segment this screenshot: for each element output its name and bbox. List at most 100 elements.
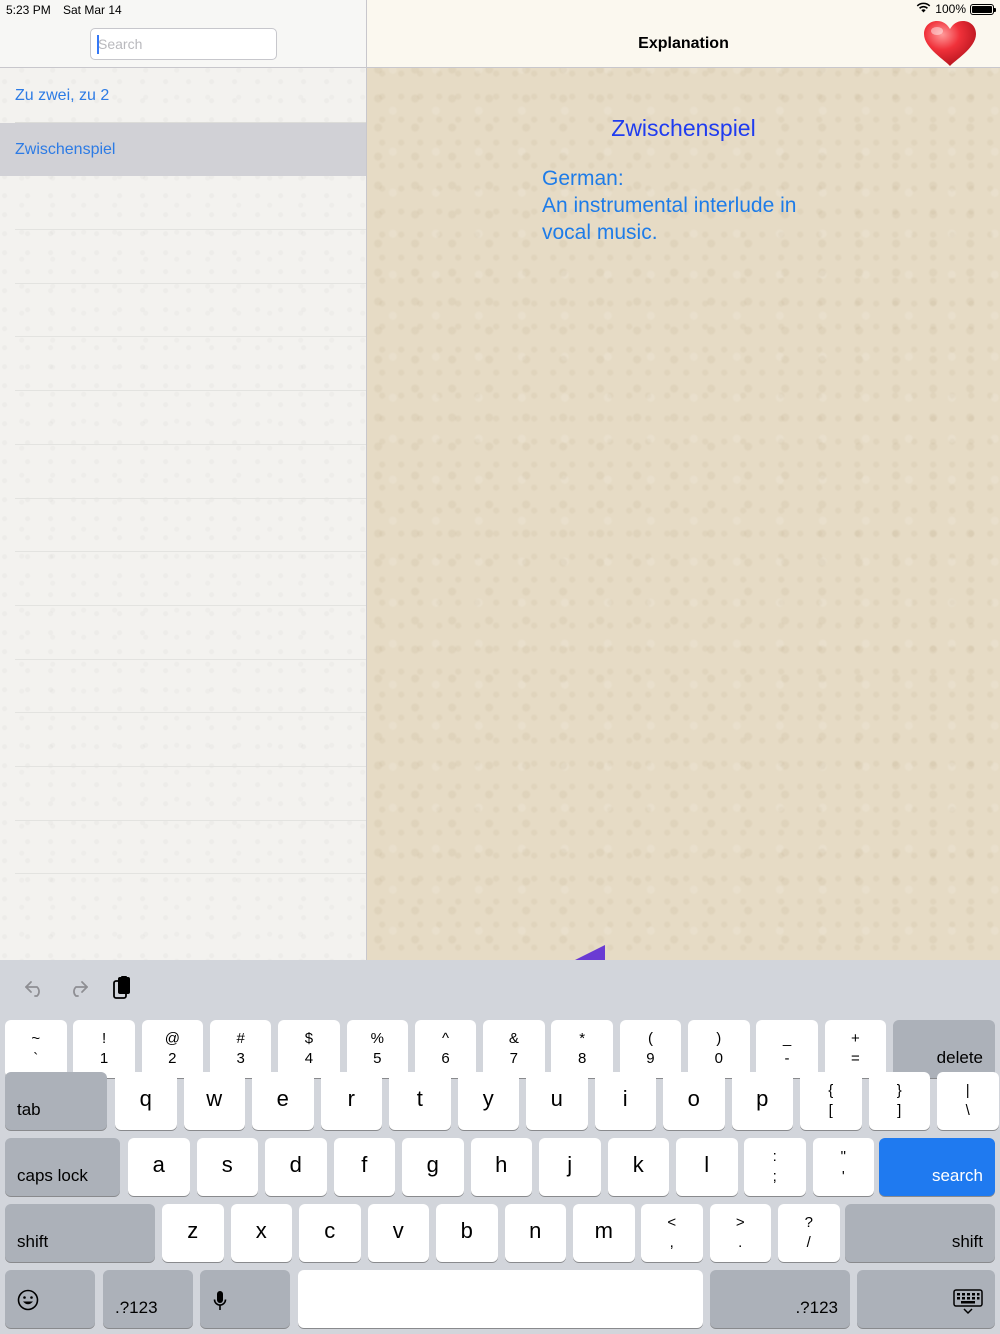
key-l[interactable]: l (676, 1138, 738, 1196)
space-bar[interactable] (298, 1270, 703, 1328)
key-punct2-0[interactable]: <, (641, 1204, 703, 1262)
key-symbol: 3 (236, 1050, 245, 1068)
key-symbol-8[interactable]: * 8 (551, 1020, 613, 1078)
key-symbol-6[interactable]: ^ 6 (414, 1020, 477, 1078)
key-symbol-5[interactable]: % 5 (346, 1020, 408, 1078)
key-d[interactable]: d (265, 1138, 327, 1196)
delete-key[interactable]: delete (893, 1020, 995, 1078)
key-e[interactable]: e (252, 1072, 314, 1130)
paste-icon[interactable] (106, 974, 136, 1002)
key-symbol-11[interactable]: _ - (756, 1020, 818, 1078)
key-n[interactable]: n (504, 1204, 566, 1262)
empty-row (15, 284, 366, 338)
dictation-key[interactable] (200, 1270, 290, 1328)
key-letter: i (622, 1086, 628, 1111)
key-v[interactable]: v (367, 1204, 429, 1262)
key-r[interactable]: r (320, 1072, 382, 1130)
key-letter: e (276, 1086, 289, 1111)
numbers-left-key[interactable]: .?123 (103, 1270, 193, 1328)
empty-row (15, 391, 366, 445)
search-key[interactable]: search (879, 1138, 995, 1196)
key-bracket-0[interactable]: {[ (800, 1072, 862, 1130)
definition-text: German: An instrumental interlude in voc… (542, 165, 842, 246)
key-symbol: , (669, 1234, 674, 1252)
key-symbol: ; (772, 1168, 777, 1186)
key-symbol-3[interactable]: #3 (209, 1020, 272, 1078)
key-c[interactable]: c (299, 1204, 361, 1262)
redo-icon[interactable] (63, 974, 93, 1002)
hide-keyboard-key[interactable] (857, 1270, 995, 1328)
empty-row (15, 230, 366, 284)
key-o[interactable]: o (663, 1072, 725, 1130)
key-letter: g (426, 1152, 439, 1177)
key-shift-symbol: % (370, 1030, 384, 1048)
key-symbol-2[interactable]: @2 (141, 1020, 204, 1078)
key-symbol-9[interactable]: (9 (619, 1020, 682, 1078)
key-punct2-1[interactable]: >. (709, 1204, 771, 1262)
empty-row (15, 337, 366, 392)
search-key-label: search (931, 1166, 983, 1185)
search-field[interactable] (90, 28, 277, 60)
key-symbol-12[interactable]: + = (824, 1020, 887, 1078)
key-p[interactable]: p (731, 1072, 793, 1130)
key-letter: w (206, 1086, 223, 1111)
key-shift-symbol: ^ (442, 1030, 450, 1048)
key-punct-1[interactable]: " ' (812, 1138, 874, 1196)
key-z[interactable]: z (162, 1204, 224, 1262)
key-punct2-2[interactable]: ? / (778, 1204, 840, 1262)
key-symbol-10[interactable]: ) 0 (688, 1020, 750, 1078)
numbers-right-key[interactable]: .?123 (710, 1270, 850, 1328)
key-letter: q (139, 1086, 152, 1111)
key-symbol-1[interactable]: ! 1 (73, 1020, 135, 1078)
key-a[interactable]: a (128, 1138, 190, 1196)
key-symbol-7[interactable]: & 7 (483, 1020, 545, 1078)
key-u[interactable]: u (526, 1072, 588, 1130)
emoji-key[interactable] (5, 1270, 95, 1328)
undo-icon[interactable] (20, 974, 50, 1002)
key-shift-symbol: @ (164, 1030, 180, 1048)
key-f[interactable]: f (333, 1138, 395, 1196)
key-g[interactable]: g (402, 1138, 464, 1196)
key-bracket-2[interactable]: | \ (937, 1072, 999, 1130)
status-time: 5:23 PM (6, 3, 51, 17)
list-item-selected[interactable]: Zwischenspiel (0, 122, 366, 177)
list-item[interactable]: Zu zwei, zu 2 (15, 69, 366, 123)
key-letter: j (567, 1152, 573, 1177)
key-bracket-1[interactable]: }] (868, 1072, 930, 1130)
text-caret (97, 35, 99, 54)
key-j[interactable]: j (539, 1138, 601, 1196)
key-w[interactable]: w (183, 1072, 245, 1130)
key-letter: a (152, 1152, 165, 1177)
key-x[interactable]: x (230, 1204, 292, 1262)
tab-key[interactable]: tab (5, 1072, 107, 1130)
key-symbol-4[interactable]: $4 (278, 1020, 340, 1078)
key-shift-symbol: < (667, 1214, 677, 1232)
key-letter: d (289, 1152, 302, 1177)
key-q[interactable]: q (115, 1072, 177, 1130)
key-shift-symbol: ! (101, 1030, 107, 1048)
empty-row (15, 767, 366, 821)
key-i[interactable]: i (594, 1072, 656, 1130)
key-b[interactable]: b (436, 1204, 498, 1262)
shift-left-key[interactable]: shift (5, 1204, 155, 1262)
key-letter: h (495, 1152, 508, 1177)
numbers-key-label: .?123 (115, 1298, 158, 1317)
definition-line: German: (542, 167, 624, 190)
key-h[interactable]: h (470, 1138, 532, 1196)
search-input[interactable] (91, 29, 276, 59)
key-symbol: / (806, 1234, 811, 1252)
key-k[interactable]: k (607, 1138, 669, 1196)
key-shift-symbol: : (772, 1148, 777, 1166)
key-symbol: 0 (714, 1050, 723, 1068)
key-punct-0[interactable]: :; (744, 1138, 806, 1196)
key-y[interactable]: y (457, 1072, 519, 1130)
caps-lock-key[interactable]: caps lock (5, 1138, 120, 1196)
key-s[interactable]: s (196, 1138, 258, 1196)
shift-right-key[interactable]: shift (845, 1204, 995, 1262)
key-letter: u (550, 1086, 563, 1111)
key-symbol-0[interactable]: ~ ` (5, 1020, 67, 1078)
empty-row (15, 606, 366, 660)
heart-icon[interactable] (922, 20, 978, 68)
key-t[interactable]: t (389, 1072, 451, 1130)
key-m[interactable]: m (573, 1204, 635, 1262)
